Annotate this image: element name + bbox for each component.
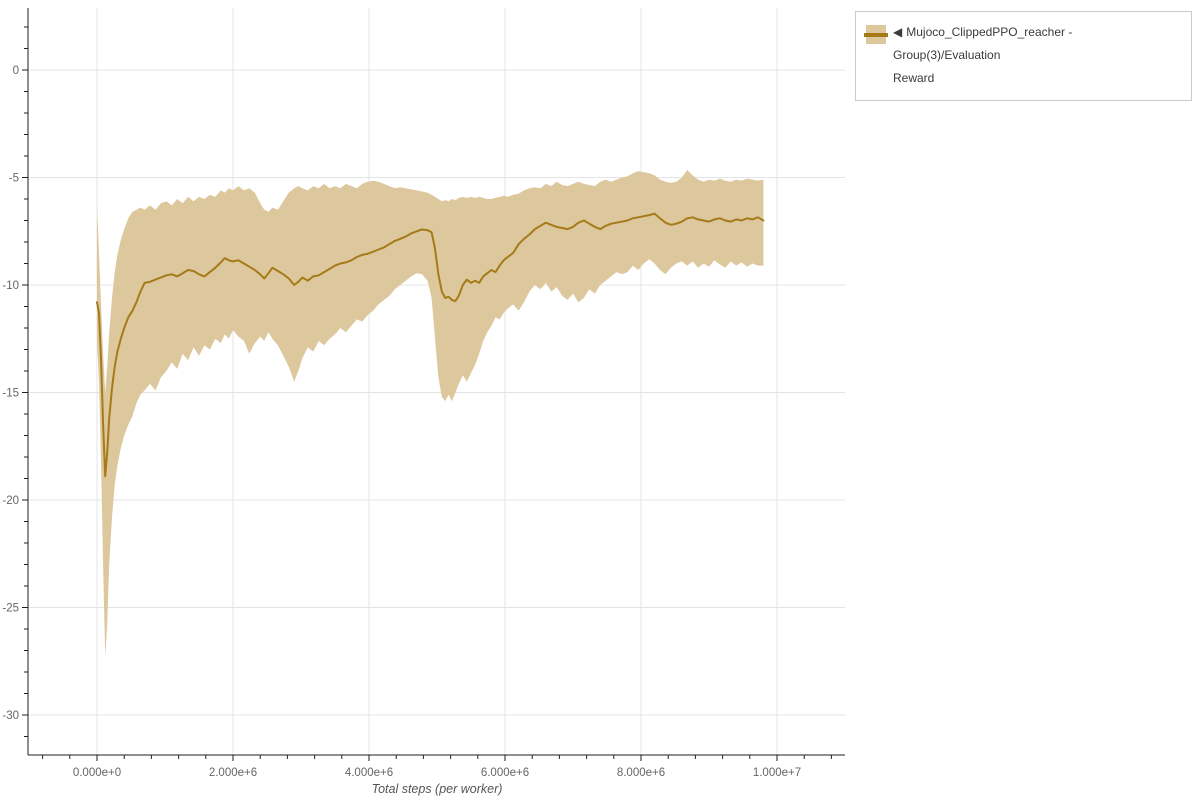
- reward-chart[interactable]: 0.000e+0 2.000e+6 4.000e+6 6.000e+6 8.000e+6…: [0, 0, 1200, 800]
- y-tick-label: -10: [2, 280, 19, 292]
- line-swatch: [864, 33, 888, 37]
- y-tick-label: 0: [13, 65, 19, 77]
- y-tick-label: -30: [2, 710, 19, 722]
- y-tick-label: -25: [2, 603, 19, 615]
- x-tick-label: 8.000e+6: [617, 767, 665, 779]
- y-tick-label: -15: [2, 388, 19, 400]
- legend-label-line2: Reward: [893, 71, 935, 85]
- legend-label: ◀ Mujoco_ClippedPPO_reacher - Group(3)/Ev…: [893, 21, 1183, 90]
- y-tick-label: -20: [2, 495, 19, 507]
- x-tick-label: 6.000e+6: [481, 767, 529, 779]
- legend: ◀ Mujoco_ClippedPPO_reacher - Group(3)/Ev…: [855, 11, 1192, 101]
- legend-label-line1: Mujoco_ClippedPPO_reacher - Group(3)/Eva…: [893, 25, 1073, 62]
- confidence-band: [97, 170, 764, 657]
- collapse-triangle-icon: ◀: [893, 25, 903, 39]
- series-swatch-icon: [864, 25, 888, 44]
- legend-item-evaluation-reward[interactable]: ◀ Mujoco_ClippedPPO_reacher - Group(3)/Ev…: [856, 12, 1191, 100]
- x-tick-label: 0.000e+0: [73, 767, 121, 779]
- x-tick-label: 2.000e+6: [209, 767, 257, 779]
- y-tick-label: -5: [9, 173, 19, 185]
- x-tick-label: 4.000e+6: [345, 767, 393, 779]
- dashboard-page: 0.000e+0 2.000e+6 4.000e+6 6.000e+6 8.000e+6…: [0, 0, 1200, 800]
- x-tick-label: 1.000e+7: [753, 767, 801, 779]
- x-axis-title: Total steps (per worker): [372, 782, 503, 796]
